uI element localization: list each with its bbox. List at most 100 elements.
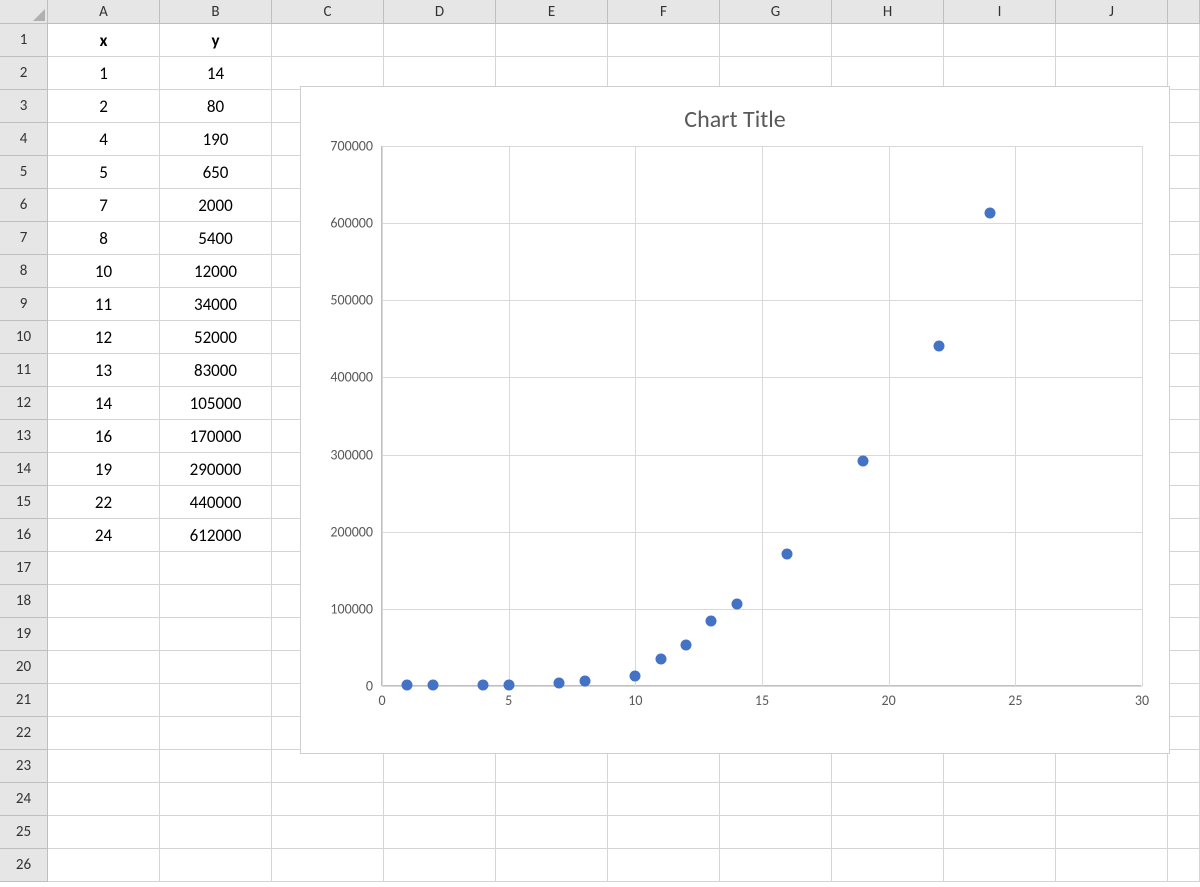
cell-J26[interactable]	[1056, 849, 1168, 882]
row-header-26[interactable]: 26	[0, 849, 48, 882]
cell-A21[interactable]	[48, 684, 160, 717]
cell-D24[interactable]	[384, 783, 496, 816]
cell-B15[interactable]: 440000	[160, 486, 272, 519]
cell-C24[interactable]	[272, 783, 384, 816]
cell-A7[interactable]: 8	[48, 222, 160, 255]
cell-A8[interactable]: 10	[48, 255, 160, 288]
cell-C26[interactable]	[272, 849, 384, 882]
cell-B12[interactable]: 105000	[160, 387, 272, 420]
cell-A20[interactable]	[48, 651, 160, 684]
cell-F25[interactable]	[608, 816, 720, 849]
cell-B6[interactable]: 2000	[160, 189, 272, 222]
cell-I25[interactable]	[944, 816, 1056, 849]
column-header-A[interactable]: A	[48, 0, 160, 24]
data-point[interactable]	[934, 340, 945, 351]
cell-G1[interactable]	[720, 24, 832, 57]
cell-B14[interactable]: 290000	[160, 453, 272, 486]
cell-B16[interactable]: 612000	[160, 519, 272, 552]
cell-undefined26[interactable]	[1168, 849, 1200, 882]
cell-A18[interactable]	[48, 585, 160, 618]
cell-I26[interactable]	[944, 849, 1056, 882]
cell-B23[interactable]	[160, 750, 272, 783]
data-point[interactable]	[731, 599, 742, 610]
cell-F1[interactable]	[608, 24, 720, 57]
data-point[interactable]	[503, 679, 514, 690]
cell-undefined23[interactable]	[1168, 750, 1200, 783]
data-point[interactable]	[478, 679, 489, 690]
row-header-25[interactable]: 25	[0, 816, 48, 849]
cell-A13[interactable]: 16	[48, 420, 160, 453]
cell-B10[interactable]: 52000	[160, 321, 272, 354]
column-header-I[interactable]: I	[944, 0, 1056, 24]
cell-F26[interactable]	[608, 849, 720, 882]
cell-B2[interactable]: 14	[160, 57, 272, 90]
row-header-24[interactable]: 24	[0, 783, 48, 816]
column-header-G[interactable]: G	[720, 0, 832, 24]
cell-E24[interactable]	[496, 783, 608, 816]
cell-G24[interactable]	[720, 783, 832, 816]
row-header-7[interactable]: 7	[0, 222, 48, 255]
row-header-5[interactable]: 5	[0, 156, 48, 189]
row-header-8[interactable]: 8	[0, 255, 48, 288]
column-header-F[interactable]: F	[608, 0, 720, 24]
row-header-12[interactable]: 12	[0, 387, 48, 420]
row-header-11[interactable]: 11	[0, 354, 48, 387]
cell-A4[interactable]: 4	[48, 123, 160, 156]
cell-A22[interactable]	[48, 717, 160, 750]
row-header-10[interactable]: 10	[0, 321, 48, 354]
data-point[interactable]	[630, 670, 641, 681]
cell-B11[interactable]: 83000	[160, 354, 272, 387]
cell-undefined5[interactable]	[1168, 156, 1200, 189]
cell-A2[interactable]: 1	[48, 57, 160, 90]
cell-A6[interactable]: 7	[48, 189, 160, 222]
cell-A23[interactable]	[48, 750, 160, 783]
cell-undefined6[interactable]	[1168, 189, 1200, 222]
cell-undefined10[interactable]	[1168, 321, 1200, 354]
cell-G23[interactable]	[720, 750, 832, 783]
cell-undefined9[interactable]	[1168, 288, 1200, 321]
row-header-13[interactable]: 13	[0, 420, 48, 453]
data-point[interactable]	[706, 615, 717, 626]
cell-B21[interactable]	[160, 684, 272, 717]
cell-B4[interactable]: 190	[160, 123, 272, 156]
cell-undefined22[interactable]	[1168, 717, 1200, 750]
plot-area[interactable]: 0100000200000300000400000500000600000700…	[381, 146, 1141, 686]
row-header-3[interactable]: 3	[0, 90, 48, 123]
column-header-J[interactable]: J	[1056, 0, 1168, 24]
data-point[interactable]	[579, 675, 590, 686]
cell-A17[interactable]	[48, 552, 160, 585]
cell-D25[interactable]	[384, 816, 496, 849]
cell-E25[interactable]	[496, 816, 608, 849]
cell-A24[interactable]	[48, 783, 160, 816]
cell-B19[interactable]	[160, 618, 272, 651]
cell-A9[interactable]: 11	[48, 288, 160, 321]
cell-B3[interactable]: 80	[160, 90, 272, 123]
cell-B20[interactable]	[160, 651, 272, 684]
row-header-9[interactable]: 9	[0, 288, 48, 321]
cell-B24[interactable]	[160, 783, 272, 816]
row-header-1[interactable]: 1	[0, 24, 48, 57]
cell-H25[interactable]	[832, 816, 944, 849]
cell-B9[interactable]: 34000	[160, 288, 272, 321]
data-point[interactable]	[681, 639, 692, 650]
cell-I23[interactable]	[944, 750, 1056, 783]
row-header-19[interactable]: 19	[0, 618, 48, 651]
cell-H24[interactable]	[832, 783, 944, 816]
cell-A3[interactable]: 2	[48, 90, 160, 123]
cell-undefined8[interactable]	[1168, 255, 1200, 288]
cell-B22[interactable]	[160, 717, 272, 750]
row-header-2[interactable]: 2	[0, 57, 48, 90]
data-point[interactable]	[858, 456, 869, 467]
cell-undefined12[interactable]	[1168, 387, 1200, 420]
cell-B1[interactable]: y	[160, 24, 272, 57]
cell-E1[interactable]	[496, 24, 608, 57]
data-point[interactable]	[655, 653, 666, 664]
cell-A11[interactable]: 13	[48, 354, 160, 387]
cell-undefined19[interactable]	[1168, 618, 1200, 651]
cell-J25[interactable]	[1056, 816, 1168, 849]
data-point[interactable]	[782, 548, 793, 559]
cell-undefined1[interactable]	[1168, 24, 1200, 57]
cell-undefined18[interactable]	[1168, 585, 1200, 618]
chart-title[interactable]: Chart Title	[315, 105, 1155, 134]
row-header-21[interactable]: 21	[0, 684, 48, 717]
